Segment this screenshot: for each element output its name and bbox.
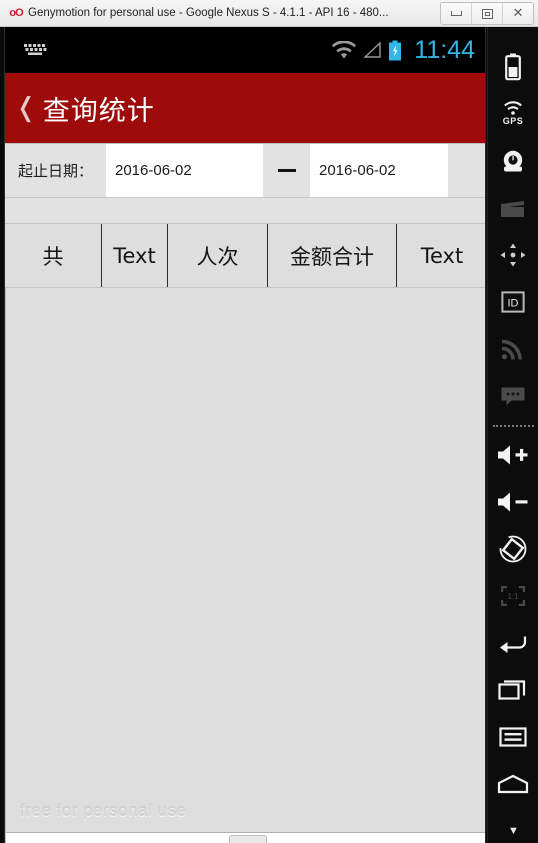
maximize-button[interactable] [472, 3, 503, 24]
end-date-input[interactable]: 2016-06-02 [310, 144, 448, 197]
genymotion-toolbar: GPS ID 1:1 ▼ [487, 27, 538, 843]
summary-cell-total-prefix: 共 [5, 224, 102, 287]
emulator-player: 11:44 ❬ 查询统计 起止日期： 2016-06-02 2016-06-02 [0, 27, 538, 843]
date-separator [263, 144, 310, 197]
back-chevron-icon[interactable]: ❬ [15, 95, 37, 121]
home-icon[interactable] [488, 760, 538, 807]
gps-label: GPS [502, 116, 524, 126]
date-range-label: 起止日期： [17, 162, 93, 180]
window-controls: ✕ [440, 2, 534, 25]
video-icon[interactable] [488, 184, 538, 231]
identifiers-icon[interactable]: ID [488, 278, 538, 325]
page-title: 查询统计 [42, 95, 155, 127]
menu-icon[interactable] [488, 713, 538, 760]
status-icons: 11:44 [332, 27, 475, 73]
accelerometer-icon[interactable] [488, 231, 538, 278]
android-status-bar: 11:44 [5, 27, 485, 73]
status-clock: 11:44 [414, 35, 475, 64]
watermark-label: free for personal use [20, 801, 187, 820]
svg-text:ID: ID [508, 297, 519, 309]
results-list-area[interactable]: free for personal use [5, 288, 485, 843]
window-title: Genymotion for personal use - Google Nex… [28, 7, 389, 19]
fullscreen-icon[interactable]: 1:1 [488, 572, 538, 619]
recents-icon[interactable] [488, 666, 538, 713]
signal-icon [363, 41, 381, 58]
window-titlebar: oO Genymotion for personal use - Google … [0, 0, 538, 27]
svg-text:1:1: 1:1 [507, 592, 519, 601]
minimize-button[interactable] [441, 3, 472, 24]
battery-charging-icon [389, 40, 402, 60]
screen-bottom-edge [6, 832, 485, 843]
volume-up-icon[interactable] [488, 431, 538, 478]
battery-icon[interactable] [488, 43, 538, 90]
date-filter-row: 起止日期： 2016-06-02 2016-06-02 [5, 143, 485, 198]
genymotion-icon: oO [9, 7, 23, 19]
camera-icon[interactable] [488, 137, 538, 184]
minimize-icon [450, 11, 462, 16]
summary-cell-persons-unit: 人次 [168, 224, 268, 287]
app-action-bar: ❬ 查询统计 [5, 73, 485, 143]
volume-down-icon[interactable] [488, 478, 538, 525]
summary-cell-count-value: Text [102, 224, 168, 287]
rotate-icon[interactable] [488, 525, 538, 572]
summary-cell-amount-value: Text [420, 243, 464, 268]
close-button[interactable]: ✕ [503, 3, 533, 24]
dash-icon [277, 169, 296, 172]
wifi-icon [332, 41, 357, 59]
keyboard-icon[interactable] [23, 43, 49, 57]
network-icon[interactable] [488, 325, 538, 372]
toolbar-more-button[interactable]: ▼ [488, 825, 538, 837]
back-icon[interactable] [488, 619, 538, 666]
close-icon: ✕ [512, 6, 524, 21]
sms-icon[interactable] [488, 372, 538, 419]
summary-row: 共 Text 人次 金额合计 Text [5, 223, 485, 288]
device-screen[interactable]: 11:44 ❬ 查询统计 起止日期： 2016-06-02 2016-06-02 [4, 27, 486, 843]
maximize-icon [481, 8, 493, 19]
start-date-input[interactable]: 2016-06-02 [106, 144, 263, 197]
date-row-spacer [448, 144, 485, 197]
summary-cell-amount-label: 金额合计 [268, 224, 397, 287]
gps-icon[interactable]: GPS [488, 90, 538, 137]
toolbar-divider [492, 425, 534, 427]
device-home-nub [229, 835, 267, 843]
genymotion-window: oO Genymotion for personal use - Google … [0, 0, 538, 843]
